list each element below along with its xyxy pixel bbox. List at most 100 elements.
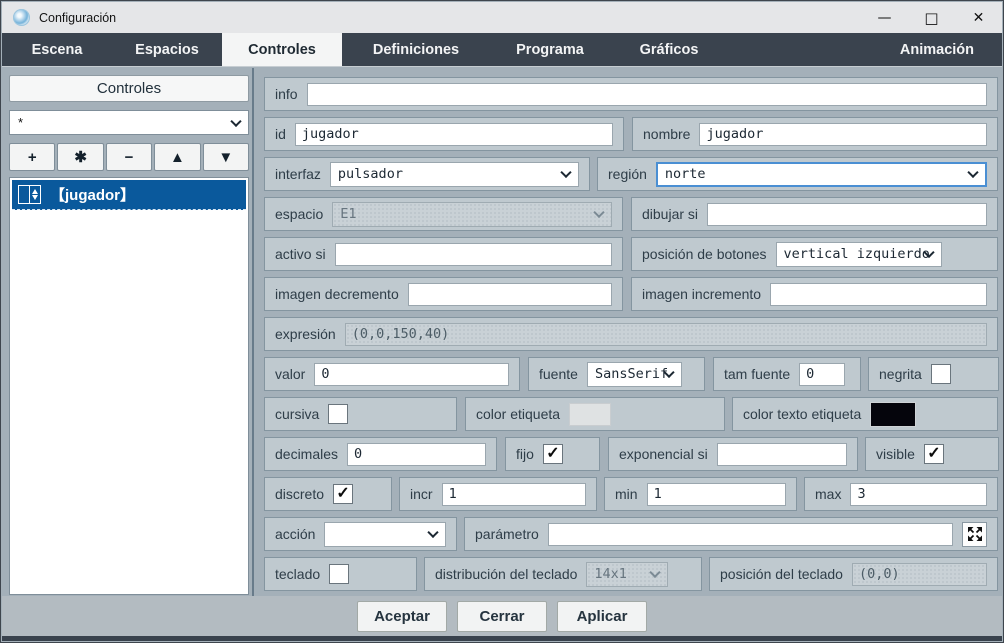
max-input[interactable] <box>850 483 987 506</box>
field-posicion-teclado: posición del teclado <box>709 557 998 591</box>
move-up-button[interactable]: ▲ <box>154 143 200 171</box>
exponencial-si-label: exponencial si <box>619 446 708 462</box>
field-exponencial-si: exponencial si <box>608 437 858 471</box>
region-label: región <box>608 166 647 182</box>
field-interfaz: interfaz pulsador <box>264 157 590 191</box>
chevron-down-icon <box>593 207 604 218</box>
negrita-checkbox[interactable] <box>931 364 951 384</box>
interfaz-select[interactable]: pulsador <box>330 162 579 187</box>
accion-select[interactable] <box>324 522 446 547</box>
distribucion-teclado-value: 14x1 <box>594 566 627 582</box>
tab-programa[interactable]: Programa <box>490 33 610 66</box>
controls-filter-value: * <box>18 115 23 130</box>
imagen-decremento-label: imagen decremento <box>275 286 399 302</box>
exponencial-si-input[interactable] <box>717 443 847 466</box>
field-teclado: teclado <box>264 557 417 591</box>
cursiva-label: cursiva <box>275 406 319 422</box>
expresion-label: expresión <box>275 326 336 342</box>
tam-fuente-label: tam fuente <box>724 366 790 382</box>
id-input[interactable] <box>295 123 613 146</box>
teclado-checkbox[interactable] <box>329 564 349 584</box>
move-down-button[interactable]: ▼ <box>203 143 249 171</box>
parametro-label: parámetro <box>475 526 539 542</box>
chevron-down-icon <box>427 527 438 538</box>
app-icon <box>13 9 30 26</box>
fuente-select[interactable]: SansSerif <box>587 362 682 387</box>
info-label: info <box>275 86 298 102</box>
tab-definiciones[interactable]: Definiciones <box>342 33 490 66</box>
espacio-label: espacio <box>275 206 323 222</box>
field-min: min <box>604 477 797 511</box>
parametro-input[interactable] <box>548 523 953 546</box>
footer-bar: Aceptar Cerrar Aplicar <box>2 596 1002 636</box>
accept-button[interactable]: Aceptar <box>357 601 447 632</box>
visible-checkbox[interactable]: ✓ <box>924 444 944 464</box>
posicion-botones-select[interactable]: vertical izquierdo <box>776 242 942 267</box>
decimales-input[interactable] <box>347 443 486 466</box>
field-info: info <box>264 77 998 111</box>
window-title: Configuración <box>39 11 116 25</box>
list-item-jugador[interactable]: 【jugador】 <box>12 180 246 210</box>
remove-control-button[interactable]: − <box>106 143 152 171</box>
field-imagen-decremento: imagen decremento <box>264 277 623 311</box>
region-value: norte <box>665 166 706 182</box>
posicion-botones-value: vertical izquierdo <box>784 246 930 262</box>
imagen-decremento-input[interactable] <box>408 283 612 306</box>
tab-graficos[interactable]: Gráficos <box>610 33 728 66</box>
window-bottom-edge <box>2 636 1002 641</box>
dibujar-si-label: dibujar si <box>642 206 698 222</box>
field-dibujar-si: dibujar si <box>631 197 998 231</box>
field-fuente: fuente SansSerif <box>528 357 705 391</box>
region-select[interactable]: norte <box>656 162 987 187</box>
color-etiqueta-swatch[interactable] <box>569 403 611 426</box>
dibujar-si-input[interactable] <box>707 203 987 226</box>
info-input[interactable] <box>307 83 987 106</box>
field-nombre: nombre <box>632 117 998 151</box>
incr-input[interactable] <box>442 483 586 506</box>
controls-panel-title: Controles <box>9 75 249 102</box>
accion-label: acción <box>275 526 315 542</box>
cursiva-checkbox[interactable] <box>328 404 348 424</box>
controls-filter-select[interactable]: * <box>9 110 249 135</box>
tab-controles[interactable]: Controles <box>222 33 342 66</box>
field-valor: valor <box>264 357 520 391</box>
field-visible: visible ✓ <box>865 437 999 471</box>
fijo-checkbox[interactable]: ✓ <box>543 444 563 464</box>
tab-espacios[interactable]: Espacios <box>112 33 222 66</box>
min-input[interactable] <box>647 483 786 506</box>
visible-label: visible <box>876 446 915 462</box>
expand-editor-button[interactable] <box>962 522 987 547</box>
color-texto-etiqueta-swatch[interactable] <box>870 402 916 427</box>
field-cursiva: cursiva <box>264 397 457 431</box>
close-icon[interactable]: ✕ <box>955 2 1002 33</box>
duplicate-control-button[interactable]: ✱ <box>57 143 103 171</box>
field-expresion: expresión <box>264 317 998 351</box>
activo-si-label: activo si <box>275 246 326 262</box>
nombre-label: nombre <box>643 126 690 142</box>
valor-input[interactable] <box>314 363 509 386</box>
imagen-incremento-input[interactable] <box>770 283 987 306</box>
chevron-down-icon <box>967 167 978 178</box>
tam-fuente-input[interactable] <box>799 363 845 386</box>
field-accion: acción <box>264 517 457 551</box>
tab-escena[interactable]: Escena <box>2 33 112 66</box>
minimize-icon[interactable]: — <box>861 2 908 33</box>
discreto-checkbox[interactable]: ✓ <box>333 484 353 504</box>
imagen-incremento-label: imagen incremento <box>642 286 761 302</box>
activo-si-input[interactable] <box>335 243 612 266</box>
teclado-label: teclado <box>275 566 320 582</box>
apply-button[interactable]: Aplicar <box>557 601 647 632</box>
add-control-button[interactable]: + <box>9 143 55 171</box>
discreto-label: discreto <box>275 486 324 502</box>
chevron-down-icon <box>560 167 571 178</box>
close-button[interactable]: Cerrar <box>457 601 547 632</box>
tab-animacion[interactable]: Animación <box>900 33 1002 66</box>
field-espacio: espacio E1 <box>264 197 623 231</box>
maximize-icon[interactable]: □ <box>908 2 955 33</box>
expresion-input <box>345 323 987 346</box>
nombre-input[interactable] <box>699 123 987 146</box>
field-decimales: decimales <box>264 437 497 471</box>
negrita-label: negrita <box>879 366 922 382</box>
distribucion-teclado-label: distribución del teclado <box>435 566 577 582</box>
color-texto-etiqueta-label: color texto etiqueta <box>743 406 861 422</box>
